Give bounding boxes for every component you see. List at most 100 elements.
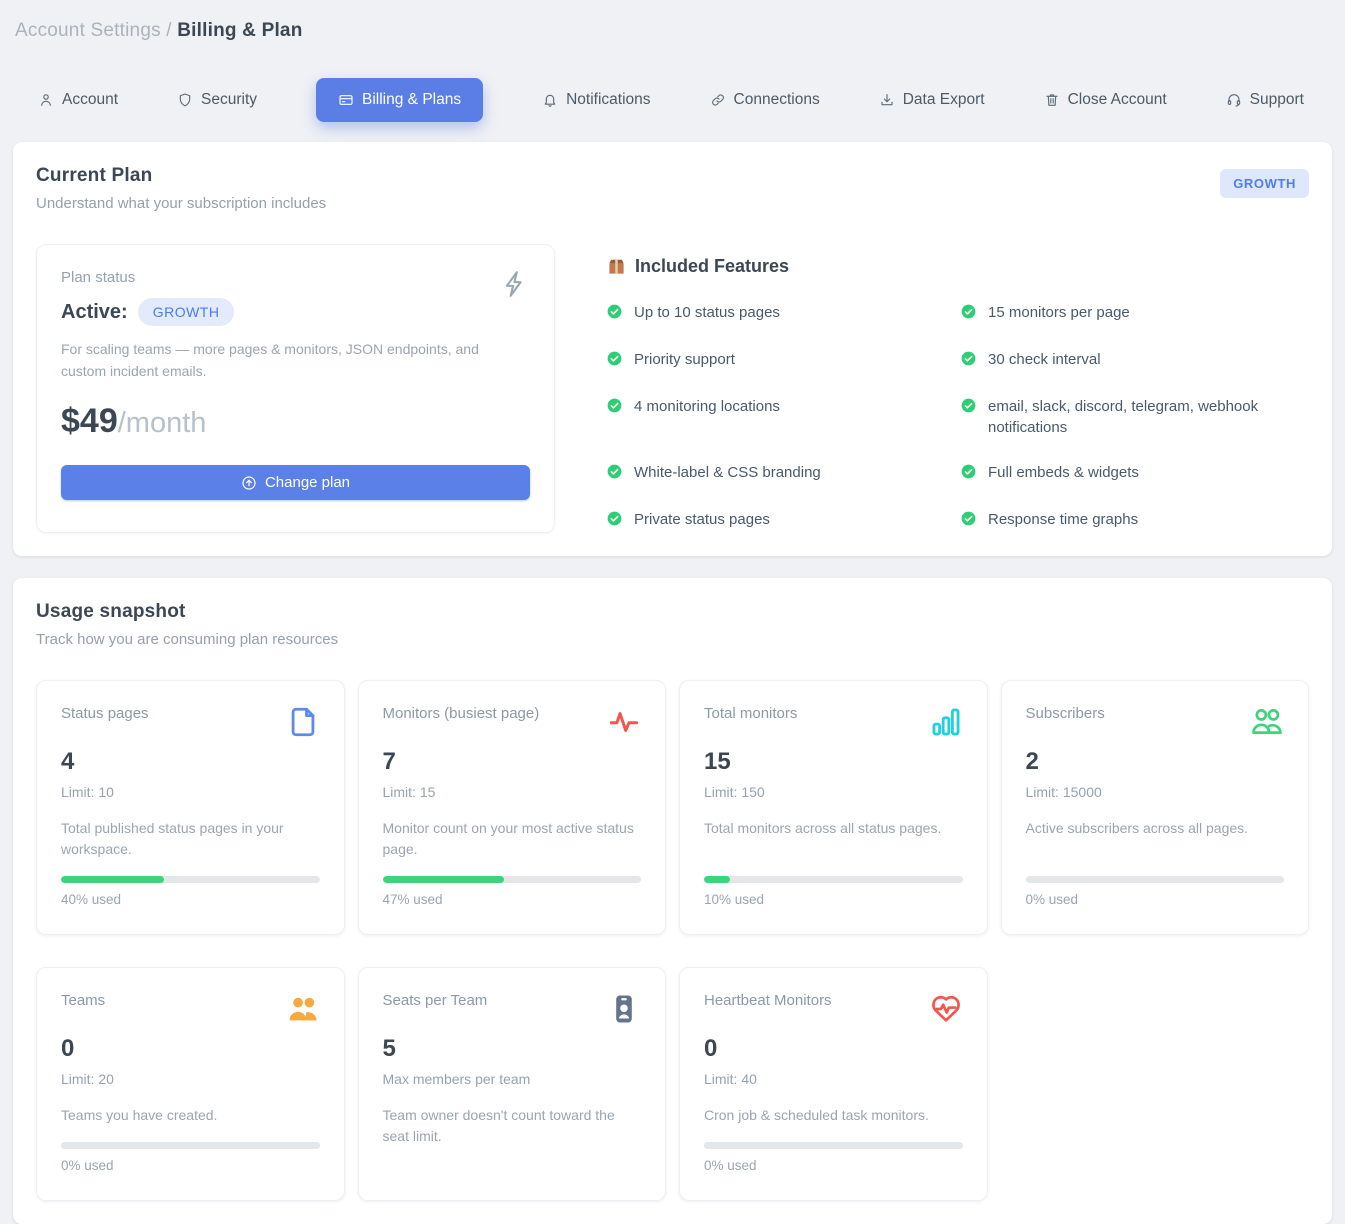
breadcrumb: Account Settings / Billing & Plan <box>13 14 1332 42</box>
usage-progress: 0% used <box>704 1142 963 1173</box>
feature-item: Private status pages <box>607 509 953 533</box>
usage-card-subscribers: Subscribers 2 Limit: 15000 Active subscr… <box>1001 680 1310 935</box>
check-circle-icon <box>607 398 622 420</box>
usage-progress-fill <box>61 876 164 883</box>
plan-price-amount: $49 <box>61 402 118 440</box>
usage-card-limit: Limit: 150 <box>704 784 963 800</box>
tab-label: Security <box>201 91 257 109</box>
feature-item: Full embeds & widgets <box>961 462 1307 486</box>
usage-card-limit: Limit: 10 <box>61 784 320 800</box>
usage-card-limit: Limit: 40 <box>704 1071 963 1087</box>
usage-card-description: Total published status pages in your wor… <box>61 818 320 860</box>
usage-card-limit: Limit: 20 <box>61 1071 320 1087</box>
tab-close-account[interactable]: Close Account <box>1044 91 1167 109</box>
check-circle-icon <box>607 511 622 533</box>
current-plan-panel: Current Plan Understand what your subscr… <box>13 142 1332 556</box>
usage-card-label: Subscribers <box>1026 705 1105 722</box>
feature-label: Private status pages <box>634 509 770 531</box>
usage-percent-label: 0% used <box>704 1158 963 1173</box>
usage-card-description: Cron job & scheduled task monitors. <box>704 1105 963 1126</box>
tab-support[interactable]: Support <box>1226 91 1304 109</box>
change-plan-label: Change plan <box>265 474 350 491</box>
user-icon <box>38 92 54 108</box>
plan-tier-badge: GROWTH <box>1220 169 1309 198</box>
package-icon <box>607 257 626 276</box>
feature-item: 30 check interval <box>961 349 1307 373</box>
tab-connections[interactable]: Connections <box>710 91 820 109</box>
usage-card-value: 7 <box>383 748 642 776</box>
tab-billing-plans[interactable]: Billing & Plans <box>316 78 483 122</box>
usage-card-seats-per-team: Seats per Team 5 Max members per team Te… <box>358 967 667 1201</box>
plan-status-value: Active: <box>61 301 128 324</box>
feature-label: 4 monitoring locations <box>634 396 780 418</box>
change-plan-button[interactable]: Change plan <box>61 465 530 500</box>
tab-label: Connections <box>734 91 820 109</box>
lightning-icon <box>500 267 530 306</box>
check-circle-icon <box>961 304 976 326</box>
included-features: Included Features Up to 10 status pages … <box>555 244 1309 533</box>
usage-progress: 0% used <box>1026 876 1285 907</box>
usage-card-limit: Limit: 15 <box>383 784 642 800</box>
usage-card-value: 5 <box>383 1035 642 1063</box>
usage-title: Usage snapshot <box>36 601 1309 623</box>
plan-name-pill: GROWTH <box>138 298 235 326</box>
usage-card-monitors-busiest-page: Monitors (busiest page) 7 Limit: 15 Moni… <box>358 680 667 935</box>
feature-label: email, slack, discord, telegram, webhook… <box>988 396 1307 440</box>
check-circle-icon <box>961 464 976 486</box>
file-icon <box>286 705 320 744</box>
settings-tabbar: Account Security Billing & Plans Notific… <box>38 78 1332 122</box>
current-plan-header: Current Plan Understand what your subscr… <box>36 165 1309 212</box>
usage-card-limit: Limit: 15000 <box>1026 784 1285 800</box>
usage-card-description: Total monitors across all status pages. <box>704 818 963 860</box>
breadcrumb-separator: / <box>166 20 177 41</box>
check-circle-icon <box>961 398 976 420</box>
usage-card-teams: Teams 0 Limit: 20 Teams you have created… <box>36 967 345 1201</box>
users-outline-icon <box>1250 705 1284 744</box>
tab-notifications[interactable]: Notifications <box>542 91 650 109</box>
bar-chart-icon <box>929 705 963 744</box>
usage-card-status-pages: Status pages 4 Limit: 10 Total published… <box>36 680 345 935</box>
plan-status-card: Plan status Active: GROWTH For scaling t… <box>36 244 555 533</box>
usage-card-label: Total monitors <box>704 705 797 722</box>
usage-card-description: Teams you have created. <box>61 1105 320 1126</box>
shield-icon <box>177 92 193 108</box>
check-circle-icon <box>607 464 622 486</box>
usage-percent-label: 10% used <box>704 892 963 907</box>
usage-progress: 10% used <box>704 876 963 907</box>
tab-label: Data Export <box>903 91 985 109</box>
feature-label: 30 check interval <box>988 349 1101 371</box>
trash-icon <box>1044 92 1060 108</box>
plan-status-label: Plan status <box>61 269 530 286</box>
plan-price: $49/month <box>61 402 530 441</box>
breadcrumb-section[interactable]: Account Settings <box>15 20 161 41</box>
usage-card-label: Seats per Team <box>383 992 488 1009</box>
usage-percent-label: 0% used <box>1026 892 1285 907</box>
tab-account[interactable]: Account <box>38 91 118 109</box>
usage-progress-fill <box>704 876 730 883</box>
breadcrumb-current: Billing & Plan <box>177 20 302 41</box>
feature-item: 15 monitors per page <box>961 302 1307 326</box>
feature-label: Full embeds & widgets <box>988 462 1139 484</box>
feature-item: Response time graphs <box>961 509 1307 533</box>
tab-label: Close Account <box>1068 91 1167 109</box>
usage-card-description: Active subscribers across all pages. <box>1026 818 1285 860</box>
plan-price-suffix: /month <box>118 407 207 439</box>
tab-data-export[interactable]: Data Export <box>879 91 985 109</box>
headset-icon <box>1226 92 1242 108</box>
usage-card-description: Team owner doesn't count toward the seat… <box>383 1105 642 1173</box>
bell-icon <box>542 92 558 108</box>
usage-percent-label: 40% used <box>61 892 320 907</box>
usage-snapshot-panel: Usage snapshot Track how you are consumi… <box>13 578 1332 1224</box>
feature-item: 4 monitoring locations <box>607 396 953 440</box>
usage-card-label: Heartbeat Monitors <box>704 992 832 1009</box>
usage-subtitle: Track how you are consuming plan resourc… <box>36 631 1309 648</box>
link-icon <box>710 92 726 108</box>
usage-card-total-monitors: Total monitors 15 Limit: 150 Total monit… <box>679 680 988 935</box>
tab-security[interactable]: Security <box>177 91 257 109</box>
feature-item: email, slack, discord, telegram, webhook… <box>961 396 1307 440</box>
usage-card-label: Monitors (busiest page) <box>383 705 540 722</box>
credit-card-icon <box>338 92 354 108</box>
usage-percent-label: 47% used <box>383 892 642 907</box>
contact-badge-icon <box>607 992 641 1031</box>
usage-progress: 47% used <box>383 876 642 907</box>
